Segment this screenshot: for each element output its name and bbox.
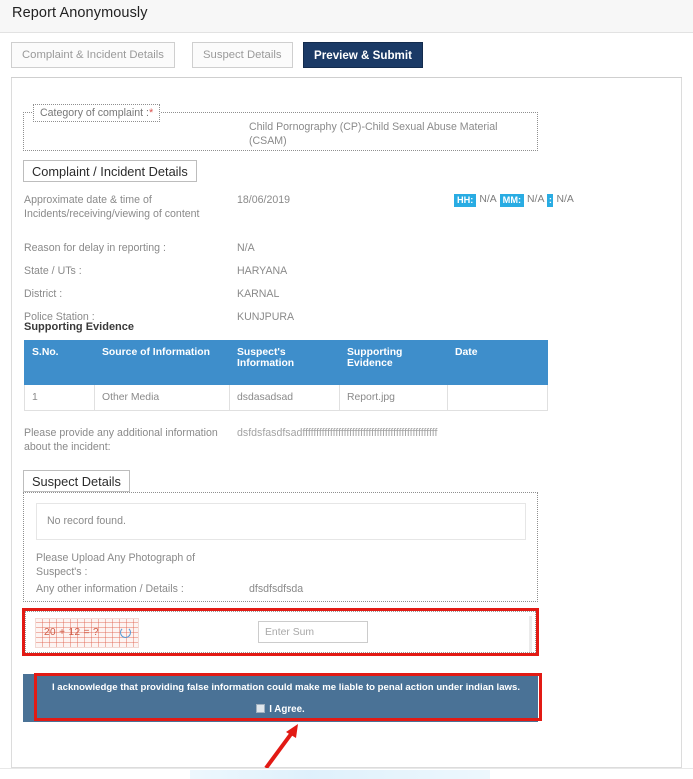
- acknowledgement-annotation-box: [34, 673, 542, 721]
- row-state-value: HARYANA: [237, 265, 288, 277]
- tab-complaint-incident-details[interactable]: Complaint & Incident Details: [11, 42, 175, 68]
- no-record-text: No record found.: [47, 515, 126, 527]
- category-legend-label: Category of complaint :: [40, 107, 149, 119]
- hh-value: N/A: [479, 194, 497, 205]
- required-asterisk: *: [148, 107, 154, 119]
- captcha-question: 20 + 12 = ?: [44, 627, 100, 638]
- cell-date: [447, 384, 548, 411]
- category-value: Child Pornography (CP)-Child Sexual Abus…: [249, 121, 498, 147]
- mm-value: N/A: [527, 194, 545, 205]
- complaint-details-section-title: Complaint / Incident Details: [23, 160, 197, 182]
- tab-bar: Complaint & Incident Details Suspect Det…: [0, 33, 693, 77]
- scrollbar[interactable]: [529, 616, 532, 652]
- tab-preview-submit[interactable]: Preview & Submit: [303, 42, 423, 68]
- bottom-tint: [190, 770, 490, 779]
- time-display-group: HH: N/A MM: N/A : N/A: [454, 193, 574, 207]
- report-anonymously-page: Report Anonymously Complaint & Incident …: [0, 0, 693, 779]
- suspect-details-box: No record found. Please Upload Any Photo…: [23, 492, 538, 602]
- cell-suspects-information: dsdasadsad: [229, 384, 340, 411]
- row-district-value: KARNAL: [237, 288, 280, 300]
- ss-value: N/A: [556, 194, 574, 205]
- row-any-other-information-value: dfsdfsdfsda: [249, 583, 304, 595]
- th-supporting-evidence: Supporting Evidence: [339, 340, 448, 385]
- row-approx-date-time-label: Approximate date & time of Incidents/rec…: [24, 194, 200, 220]
- supporting-evidence-heading: Supporting Evidence: [24, 321, 135, 333]
- additional-information-value: dsfdsfasdfsadfffffffffffffffffffffffffff…: [237, 427, 438, 439]
- supporting-evidence-table: S.No. Source of Information Suspect's In…: [24, 340, 548, 411]
- category-fieldset: Category of complaint :* Child Pornograp…: [23, 104, 538, 151]
- th-sno: S.No.: [24, 340, 95, 385]
- th-source-of-information: Source of Information: [94, 340, 230, 385]
- suspect-details-section-title: Suspect Details: [23, 470, 130, 492]
- cell-sno: 1: [24, 384, 95, 411]
- captcha-input[interactable]: [258, 621, 368, 643]
- row-upload-photograph-label: Please Upload Any Photograph of Suspect'…: [36, 552, 196, 578]
- cell-supporting-evidence: Report.jpg: [339, 384, 448, 411]
- row-reason-delay-value: N/A: [237, 242, 255, 254]
- category-legend: Category of complaint :*: [33, 104, 161, 122]
- row-police-station-value: KUNJPURA: [237, 311, 295, 323]
- cell-source-of-information: Other Media: [94, 384, 230, 411]
- table-row: 1 Other Media dsdasadsad Report.jpg: [24, 384, 548, 411]
- refresh-icon[interactable]: [120, 627, 131, 638]
- th-suspects-information: Suspect's Information: [229, 340, 340, 385]
- table-header-row: S.No. Source of Information Suspect's In…: [24, 340, 548, 385]
- page-header: Report Anonymously: [0, 0, 693, 33]
- row-state-label: State / UTs :: [24, 265, 82, 277]
- additional-information-label: Please provide any additional informatio…: [24, 427, 218, 453]
- captcha-image: 20 + 12 = ?: [35, 618, 139, 648]
- captcha-section: 20 + 12 = ?: [25, 611, 536, 653]
- no-record-box: No record found.: [36, 503, 526, 540]
- row-any-other-information-label: Any other information / Details :: [36, 583, 184, 595]
- captcha-annotation-box: 20 + 12 = ?: [22, 608, 539, 656]
- row-reason-delay-label: Reason for delay in reporting :: [24, 242, 166, 254]
- row-approx-date-time-value: 18/06/2019: [237, 194, 291, 206]
- hh-chip: HH:: [454, 193, 477, 207]
- mm-chip: MM:: [499, 193, 525, 207]
- preview-panel: Category of complaint :* Child Pornograp…: [11, 78, 682, 768]
- time-separator-chip: :: [547, 193, 554, 207]
- page-title: Report Anonymously: [12, 5, 148, 21]
- th-date: Date: [447, 340, 548, 385]
- tab-suspect-details[interactable]: Suspect Details: [192, 42, 293, 68]
- row-district-label: District :: [24, 288, 63, 300]
